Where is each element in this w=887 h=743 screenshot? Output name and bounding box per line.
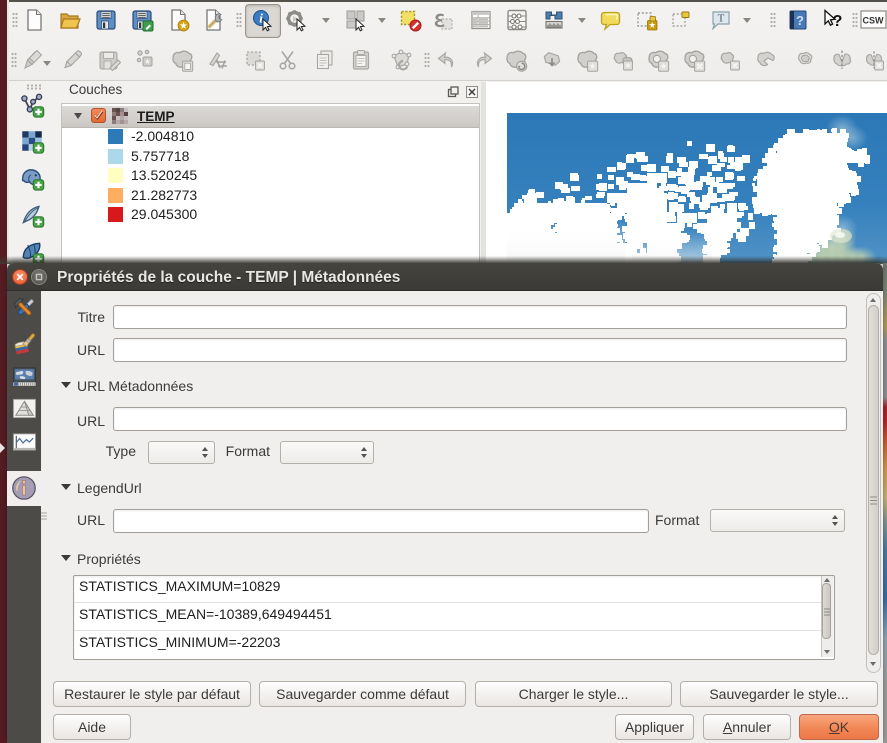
svg-text:T: T	[718, 13, 725, 25]
svg-text:?: ?	[833, 13, 843, 30]
svg-text:?: ?	[796, 13, 804, 28]
svg-text:CSW: CSW	[863, 16, 885, 26]
